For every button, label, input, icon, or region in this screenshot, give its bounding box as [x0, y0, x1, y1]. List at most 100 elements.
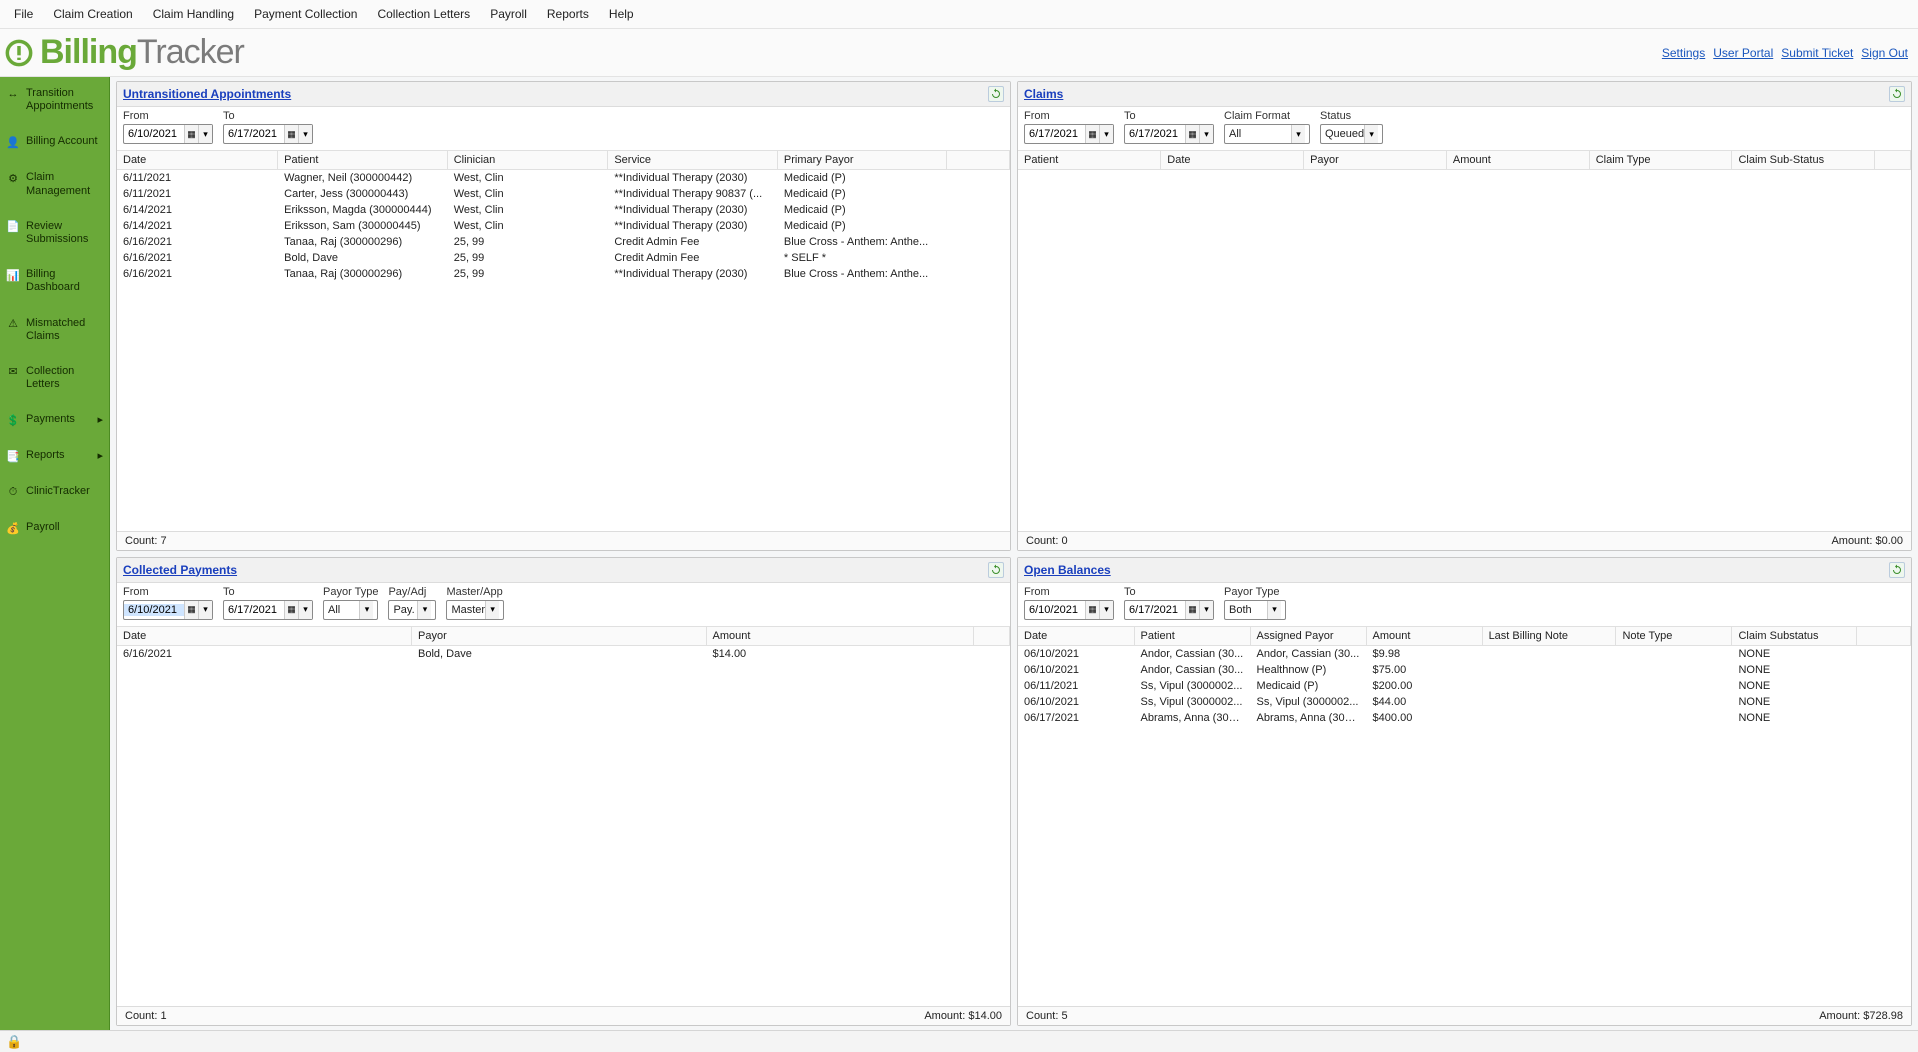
- column-header[interactable]: Claim Type: [1589, 151, 1732, 170]
- chevron-down-icon[interactable]: ▾: [359, 601, 373, 619]
- chevron-down-icon[interactable]: ▾: [198, 125, 212, 143]
- chevron-down-icon[interactable]: ▾: [1199, 125, 1213, 143]
- column-header[interactable]: Claim Sub-Status: [1732, 151, 1875, 170]
- menu-item-payment-collection[interactable]: Payment Collection: [244, 4, 367, 24]
- calendar-icon[interactable]: ▦: [184, 601, 198, 619]
- from-date-picker[interactable]: ▦▾: [1024, 124, 1114, 144]
- table-row[interactable]: 06/10/2021Andor, Cassian (30...Healthnow…: [1018, 662, 1911, 678]
- table[interactable]: DatePatientClinicianServicePrimary Payor…: [117, 150, 1010, 531]
- sidebar-item-transition-appointments[interactable]: ↔Transition Appointments: [0, 83, 109, 117]
- from-date-picker[interactable]: ▦▾: [1024, 600, 1114, 620]
- column-header[interactable]: Clinician: [447, 151, 608, 170]
- column-header[interactable]: Date: [117, 151, 278, 170]
- header-link-sign-out[interactable]: Sign Out: [1861, 46, 1908, 60]
- menu-item-payroll[interactable]: Payroll: [480, 4, 537, 24]
- chevron-down-icon[interactable]: ▾: [298, 125, 312, 143]
- claim-format-select[interactable]: All▾: [1224, 124, 1310, 144]
- column-header[interactable]: Date: [117, 626, 412, 645]
- column-header[interactable]: Primary Payor: [777, 151, 947, 170]
- chevron-down-icon[interactable]: ▾: [198, 601, 212, 619]
- calendar-icon[interactable]: ▦: [1085, 601, 1099, 619]
- chevron-down-icon[interactable]: ▾: [1099, 125, 1113, 143]
- table-row[interactable]: 6/11/2021Wagner, Neil (300000442)West, C…: [117, 170, 1010, 187]
- menu-item-reports[interactable]: Reports: [537, 4, 599, 24]
- column-header[interactable]: Service: [608, 151, 778, 170]
- from-date-input[interactable]: [124, 128, 184, 140]
- sidebar-item-payroll[interactable]: 💰Payroll: [0, 517, 109, 539]
- column-header[interactable]: Patient: [278, 151, 448, 170]
- to-date-picker[interactable]: ▦▾: [223, 124, 313, 144]
- menu-item-collection-letters[interactable]: Collection Letters: [367, 4, 480, 24]
- table[interactable]: DatePayorAmount 6/16/2021Bold, Dave$14.0…: [117, 626, 1010, 1007]
- table[interactable]: PatientDatePayorAmountClaim TypeClaim Su…: [1018, 150, 1911, 531]
- panel-title-link[interactable]: Open Balances: [1024, 563, 1111, 577]
- column-header[interactable]: Note Type: [1616, 626, 1732, 645]
- column-header[interactable]: Last Billing Note: [1482, 626, 1616, 645]
- from-date-picker[interactable]: ▦▾: [123, 124, 213, 144]
- chevron-down-icon[interactable]: ▾: [1199, 601, 1213, 619]
- panel-title-link[interactable]: Collected Payments: [123, 563, 237, 577]
- table-row[interactable]: 06/11/2021Ss, Vipul (3000002...Medicaid …: [1018, 678, 1911, 694]
- column-header[interactable]: Assigned Payor: [1250, 626, 1366, 645]
- refresh-button[interactable]: [988, 562, 1004, 578]
- table-row[interactable]: 6/16/2021Bold, Dave25, 99Credit Admin Fe…: [117, 250, 1010, 266]
- column-header[interactable]: Date: [1161, 151, 1304, 170]
- table-row[interactable]: 6/16/2021Tanaa, Raj (300000296)25, 99Cre…: [117, 234, 1010, 250]
- table-row[interactable]: 06/10/2021Andor, Cassian (30...Andor, Ca…: [1018, 645, 1911, 662]
- sidebar-item-claim-management[interactable]: ⚙Claim Management: [0, 167, 109, 201]
- chevron-down-icon[interactable]: ▾: [485, 601, 499, 619]
- table-row[interactable]: 06/10/2021Ss, Vipul (3000002...Ss, Vipul…: [1018, 694, 1911, 710]
- menu-item-claim-handling[interactable]: Claim Handling: [143, 4, 244, 24]
- calendar-icon[interactable]: ▦: [284, 601, 298, 619]
- from-date-input[interactable]: [124, 604, 184, 616]
- sidebar-item-reports[interactable]: 📑Reports▸: [0, 445, 109, 467]
- sidebar-item-clinictracker[interactable]: ⏱ClinicTracker: [0, 481, 109, 503]
- column-header[interactable]: Payor: [412, 626, 707, 645]
- menu-item-claim-creation[interactable]: Claim Creation: [43, 4, 142, 24]
- to-date-input[interactable]: [224, 128, 284, 140]
- column-header[interactable]: Amount: [1366, 626, 1482, 645]
- calendar-icon[interactable]: ▦: [184, 125, 198, 143]
- payor-type-select[interactable]: Both▾: [1224, 600, 1286, 620]
- column-header[interactable]: Payor: [1304, 151, 1447, 170]
- header-link-user-portal[interactable]: User Portal: [1713, 46, 1773, 60]
- chevron-down-icon[interactable]: ▾: [298, 601, 312, 619]
- sidebar-item-collection-letters[interactable]: ✉Collection Letters: [0, 361, 109, 395]
- sidebar-item-billing-account[interactable]: 👤Billing Account: [0, 131, 109, 153]
- to-date-picker[interactable]: ▦▾: [1124, 124, 1214, 144]
- menu-item-help[interactable]: Help: [599, 4, 644, 24]
- panel-title-link[interactable]: Claims: [1024, 87, 1063, 101]
- calendar-icon[interactable]: ▦: [1185, 125, 1199, 143]
- chevron-down-icon[interactable]: ▾: [417, 601, 431, 619]
- table-row[interactable]: 6/14/2021Eriksson, Magda (300000444)West…: [117, 202, 1010, 218]
- column-header[interactable]: Patient: [1134, 626, 1250, 645]
- to-date-input[interactable]: [224, 604, 284, 616]
- sidebar-item-review-submissions[interactable]: 📄Review Submissions: [0, 216, 109, 250]
- to-date-picker[interactable]: ▦▾: [1124, 600, 1214, 620]
- table[interactable]: DatePatientAssigned PayorAmountLast Bill…: [1018, 626, 1911, 1007]
- menu-item-file[interactable]: File: [4, 4, 43, 24]
- status-select[interactable]: Queued▾: [1320, 124, 1383, 144]
- column-header[interactable]: Claim Substatus: [1732, 626, 1857, 645]
- calendar-icon[interactable]: ▦: [1085, 125, 1099, 143]
- calendar-icon[interactable]: ▦: [1185, 601, 1199, 619]
- column-header[interactable]: Amount: [706, 626, 974, 645]
- refresh-button[interactable]: [1889, 86, 1905, 102]
- sidebar-item-billing-dashboard[interactable]: 📊Billing Dashboard: [0, 264, 109, 298]
- table-row[interactable]: 06/17/2021Abrams, Anna (300...Abrams, An…: [1018, 710, 1911, 726]
- chevron-down-icon[interactable]: ▾: [1291, 125, 1305, 143]
- table-row[interactable]: 6/16/2021Tanaa, Raj (300000296)25, 99**I…: [117, 266, 1010, 282]
- from-date-input[interactable]: [1025, 604, 1085, 616]
- pay-adj-select[interactable]: Pay.▾: [388, 600, 436, 620]
- table-row[interactable]: 6/11/2021Carter, Jess (300000443)West, C…: [117, 186, 1010, 202]
- master-app-select[interactable]: Master▾: [446, 600, 504, 620]
- chevron-down-icon[interactable]: ▾: [1267, 601, 1281, 619]
- payor-type-select[interactable]: All▾: [323, 600, 378, 620]
- sidebar-item-mismatched-claims[interactable]: ⚠Mismatched Claims: [0, 313, 109, 347]
- table-row[interactable]: 6/14/2021Eriksson, Sam (300000445)West, …: [117, 218, 1010, 234]
- refresh-button[interactable]: [988, 86, 1004, 102]
- panel-title-link[interactable]: Untransitioned Appointments: [123, 87, 291, 101]
- table-row[interactable]: 6/16/2021Bold, Dave$14.00: [117, 645, 1010, 662]
- column-header[interactable]: Patient: [1018, 151, 1161, 170]
- header-link-submit-ticket[interactable]: Submit Ticket: [1781, 46, 1853, 60]
